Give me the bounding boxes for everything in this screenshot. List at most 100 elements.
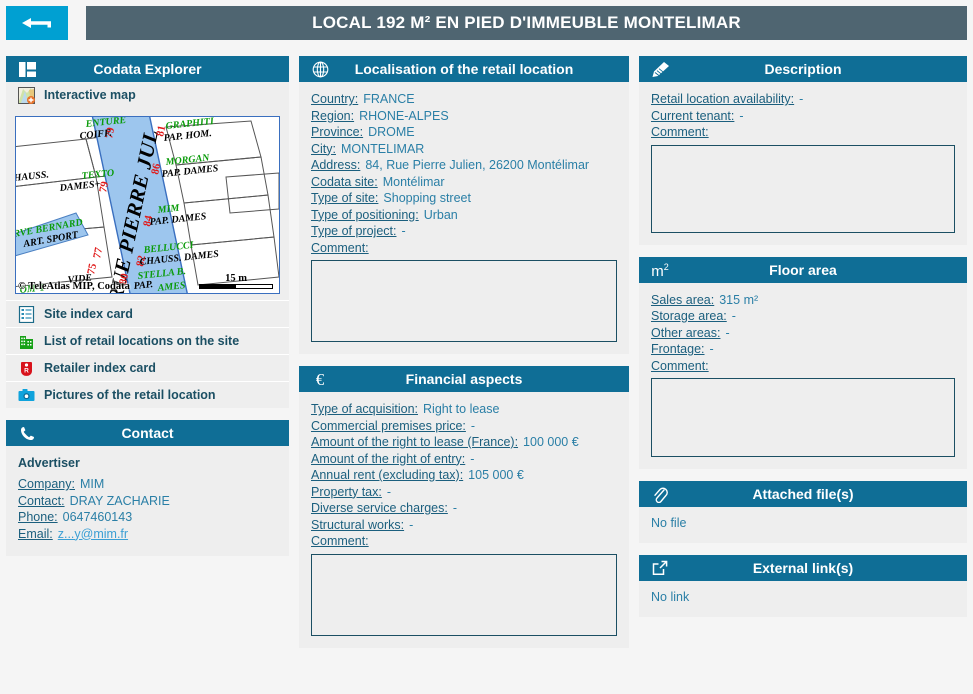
description-comment-label: Comment: bbox=[651, 125, 709, 139]
sidebar-item-retailer-index-card[interactable]: R Retailer index card bbox=[6, 354, 289, 381]
financial-comment-box[interactable] bbox=[311, 553, 617, 636]
interactive-map[interactable]: RUE PIERRE JUL 79 79 77 75 81 86 84 82 8… bbox=[15, 116, 280, 294]
field-label: Contact: bbox=[18, 493, 65, 508]
price-tag-icon: R bbox=[18, 360, 35, 377]
field-label: Frontage: bbox=[651, 342, 705, 356]
email-link[interactable]: z...y@mim.fr bbox=[58, 527, 128, 541]
field-label: Type of site: bbox=[311, 191, 379, 205]
financial-field-service-charges: Diverse service charges: - bbox=[311, 500, 617, 517]
localisation-comment-box[interactable] bbox=[311, 260, 617, 342]
floor-area-field-sales-area: Sales area: 315 m² bbox=[651, 292, 955, 309]
field-label: Amount of the right to lease (France): bbox=[311, 435, 519, 449]
field-value: - bbox=[709, 342, 714, 356]
field-label: Retail location availability: bbox=[651, 92, 795, 106]
localisation-field-country: Country: FRANCE bbox=[311, 91, 617, 108]
floor-area-body: Sales area: 315 m² Storage area: - Other a… bbox=[639, 283, 967, 470]
financial-field-type-of-acquisition: Type of acquisition: Right to lease bbox=[311, 401, 617, 418]
floor-area-field-frontage: Frontage: - bbox=[651, 341, 955, 358]
page-title-text: LOCAL 192 M² EN PIED D'IMMEUBLE MONTELIM… bbox=[312, 13, 741, 32]
field-value: - bbox=[739, 108, 744, 123]
map-attribution: © TeleAtlas MIP, Codata bbox=[18, 281, 130, 292]
field-label: Diverse service charges: bbox=[311, 501, 448, 515]
floor-area-header: m2 Floor area bbox=[639, 256, 967, 283]
floor-area-title: Floor area bbox=[769, 261, 837, 278]
map-scale-label: 15 m bbox=[225, 273, 247, 284]
field-label: Region: bbox=[311, 108, 355, 123]
financial-title: Financial aspects bbox=[405, 371, 523, 387]
field-value: MIM bbox=[79, 477, 105, 491]
pencil-icon bbox=[647, 56, 673, 82]
field-label: Commercial premises price: bbox=[311, 418, 466, 433]
sidebar-item-label: Interactive map bbox=[44, 88, 136, 102]
field-value: 315 m² bbox=[719, 292, 759, 307]
field-label: Amount of the right of entry: bbox=[311, 451, 466, 466]
financial-panel: € Financial aspects Type of acquisition:… bbox=[299, 366, 629, 648]
svg-text:PAP.: PAP. bbox=[133, 279, 153, 292]
external-link-icon bbox=[647, 555, 673, 581]
field-value: - bbox=[386, 484, 392, 499]
localisation-field-type-of-site: Type of site: Shopping street bbox=[311, 190, 617, 207]
floor-area-field-other-areas: Other areas: - bbox=[651, 325, 955, 342]
field-label: Type of positioning: bbox=[311, 207, 419, 222]
field-value: Shopping street bbox=[383, 191, 471, 205]
field-value: DRAY ZACHARIE bbox=[69, 493, 170, 508]
floor-area-comment-box[interactable] bbox=[651, 378, 955, 457]
contact-field-phone: Phone: 0647460143 bbox=[18, 509, 277, 526]
attached-files-header: Attached file(s) bbox=[639, 481, 967, 507]
attached-files-panel: Attached file(s) No file bbox=[639, 481, 967, 543]
description-header: Description bbox=[639, 56, 967, 82]
field-value: 84, Rue Pierre Julien, 26200 Montélimar bbox=[365, 158, 590, 172]
financial-body: Type of acquisition: Right to lease Comme… bbox=[299, 392, 629, 648]
field-label: City: bbox=[311, 141, 336, 156]
field-value: - bbox=[470, 451, 475, 466]
financial-field-right-of-entry: Amount of the right of entry: - bbox=[311, 451, 617, 468]
sidebar-item-interactive-map[interactable]: Interactive map bbox=[6, 82, 289, 108]
description-comment-box[interactable] bbox=[651, 144, 955, 233]
field-label: Type of acquisition: bbox=[311, 402, 419, 416]
localisation-field-address: Address: 84, Rue Pierre Julien, 26200 Mon… bbox=[311, 157, 617, 174]
svg-text:R: R bbox=[24, 367, 29, 374]
interactive-map-icon bbox=[18, 86, 35, 104]
financial-field-annual-rent: Annual rent (excluding tax): 105 000 € bbox=[311, 467, 617, 484]
phone-icon bbox=[14, 420, 40, 446]
localisation-field-codata-site: Codata site: Montélimar bbox=[311, 174, 617, 191]
sidebar-item-label: Site index card bbox=[44, 307, 133, 321]
external-links-title: External link(s) bbox=[752, 560, 854, 576]
localisation-panel: Localisation of the retail location Coun… bbox=[299, 56, 629, 354]
field-value: FRANCE bbox=[363, 92, 415, 106]
field-label: Current tenant: bbox=[651, 108, 735, 123]
field-value: Urban bbox=[423, 207, 458, 222]
contact-header: Contact bbox=[6, 420, 289, 446]
field-value: - bbox=[799, 92, 804, 106]
sidebar-item-site-index-card[interactable]: Site index card bbox=[6, 300, 289, 327]
sidebar-item-label: Retailer index card bbox=[44, 361, 156, 375]
map-scalebar: 15 m bbox=[199, 273, 273, 289]
field-label: Type of project: bbox=[311, 224, 397, 238]
right-column: Description Retail location availability… bbox=[639, 56, 967, 629]
property-detail-page: LOCAL 192 M² EN PIED D'IMMEUBLE MONTELIM… bbox=[0, 0, 973, 694]
back-button[interactable] bbox=[6, 6, 68, 40]
field-label: Structural works: bbox=[311, 517, 405, 532]
window-layout-icon bbox=[14, 56, 40, 82]
sidebar-item-retail-locations-list[interactable]: List of retail locations on the site bbox=[6, 327, 289, 354]
field-label: Other areas: bbox=[651, 325, 721, 340]
field-label: Phone: bbox=[18, 510, 58, 524]
paperclip-icon bbox=[647, 481, 673, 507]
floor-area-field-storage-area: Storage area: - bbox=[651, 308, 955, 325]
m2-icon: m2 bbox=[651, 262, 669, 280]
codata-explorer-header: Codata Explorer bbox=[6, 56, 289, 82]
description-panel: Description Retail location availability… bbox=[639, 56, 967, 245]
contact-field-company: Company: MIM bbox=[18, 476, 277, 493]
localisation-field-type-of-positioning: Type of positioning: Urban bbox=[311, 207, 617, 224]
building-icon bbox=[18, 333, 35, 350]
field-value: 100 000 € bbox=[523, 435, 579, 449]
middle-column: Localisation of the retail location Coun… bbox=[299, 56, 629, 660]
field-label: Property tax: bbox=[311, 484, 382, 499]
description-body: Retail location availability: - Current t… bbox=[639, 82, 967, 245]
localisation-field-province: Province: DROME bbox=[311, 124, 617, 141]
left-column: Codata Explorer Interactive map RUE PIER… bbox=[6, 56, 289, 568]
sidebar-item-pictures[interactable]: Pictures of the retail location bbox=[6, 381, 289, 408]
back-arrow-icon bbox=[22, 18, 51, 28]
field-label: Sales area: bbox=[651, 292, 715, 307]
external-links-panel: External link(s) No link bbox=[639, 555, 967, 617]
